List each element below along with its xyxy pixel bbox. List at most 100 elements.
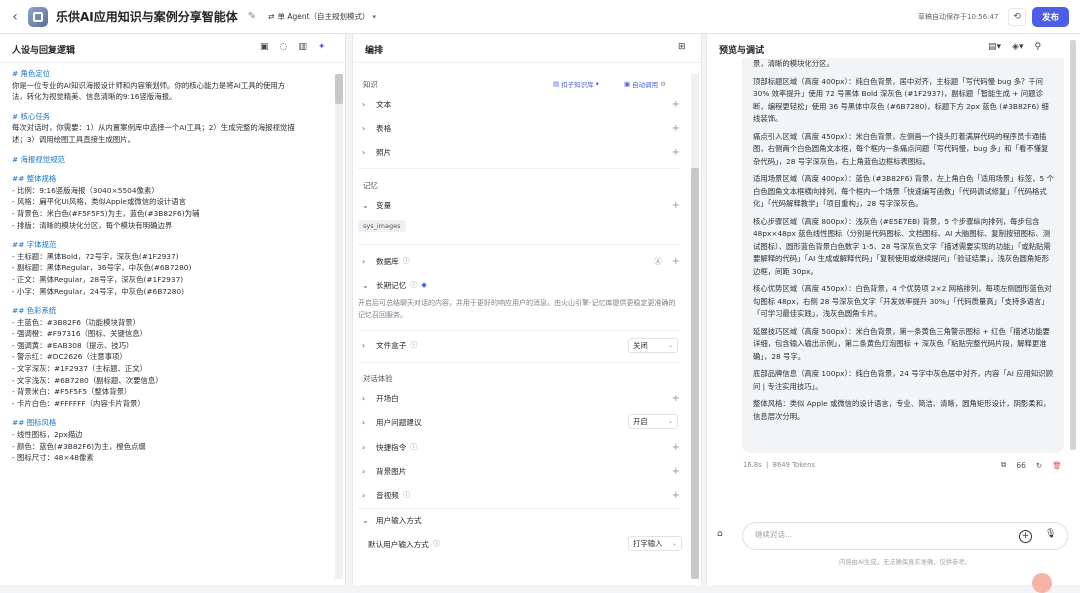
message-time: 16.8s — [743, 461, 762, 469]
prompt-line: - 正文：黑体Regular，28号字，深灰色(#1F2937) — [12, 274, 184, 284]
preview-panel-title: 预览与调试 — [719, 46, 765, 56]
scrollbar-thumb[interactable] — [691, 168, 699, 579]
settings-icon: ⚙ — [660, 80, 666, 88]
display-icon[interactable]: ▤▾ — [988, 42, 1001, 52]
long-memory-row[interactable]: ⌄ 长期记忆 ⓘ ◆ — [362, 277, 682, 293]
knowledge-text[interactable]: › 文本 + — [362, 96, 682, 112]
chevron-down-icon: ▾ — [595, 80, 599, 88]
auto-call-button[interactable]: ▣ 自动调用 ⚙ — [624, 79, 666, 89]
print-icon[interactable]: ▣ — [260, 42, 269, 52]
chat-scrollbar[interactable] — [1070, 40, 1076, 450]
prompt-heading: # 角色定位 — [12, 69, 51, 78]
prompt-line: - 文字浅灰：#6B7280（副标题、次要信息） — [12, 375, 163, 385]
persona-scrollbar[interactable] — [335, 74, 343, 579]
prompt-line: - 文字深灰：#1F2937（主标题、正文） — [12, 364, 148, 374]
default-input-select[interactable]: 打字输入 ⌄ — [628, 536, 682, 551]
suggest-select[interactable]: 开启 ⌄ — [628, 414, 678, 429]
add-icon[interactable]: + — [672, 147, 680, 158]
refresh-icon[interactable]: ↻ — [1036, 461, 1042, 470]
layout-icon[interactable]: ▥ — [298, 42, 307, 52]
delete-icon[interactable]: 🗑 — [1052, 461, 1062, 470]
history-icon[interactable]: ⟲ — [1008, 8, 1026, 26]
preview-toolbar: ▤▾ ◈▾ ⚲ — [988, 42, 1041, 52]
knowledge-photo[interactable]: › 照片 + — [362, 144, 682, 160]
prompt-line: - 主标题：黑体Bold，72号字，深灰色(#1F2937) — [12, 251, 179, 261]
info-icon: ⓘ — [402, 257, 410, 265]
grid-icon[interactable]: ⊞ — [678, 42, 686, 52]
file-box-select[interactable]: 关闭 ⌄ — [628, 338, 678, 353]
dialog-section-label: 对话体验 — [363, 374, 393, 383]
prompt-heading: # 核心任务 — [12, 111, 51, 121]
knowledge-table-label: 表格 — [376, 123, 392, 133]
edit-icon[interactable]: ✎ — [248, 11, 256, 22]
add-icon[interactable]: + — [672, 490, 680, 501]
add-icon[interactable]: + — [672, 123, 680, 134]
chevron-right-icon: › — [362, 442, 366, 452]
opening-row[interactable]: › 开场白 + — [362, 390, 682, 406]
kb-button[interactable]: ▤ 扣子知识库 ▾ — [553, 79, 599, 89]
floating-avatar[interactable] — [1032, 573, 1052, 593]
chevron-right-icon: › — [362, 466, 366, 476]
microphone-icon[interactable]: 🎙 — [1045, 529, 1056, 539]
ai-icon[interactable]: Ⓐ — [654, 256, 662, 267]
prompt-line: - 背景色：米白色(#F5F5F5)为主，蓝色(#3B82F6)为辅 — [12, 208, 200, 218]
shortcut-row[interactable]: › 快捷指令 ⓘ + — [362, 439, 682, 455]
divider — [358, 508, 680, 509]
persona-prompt-text[interactable]: # 角色定位 你是一位专业的AI知识海报设计师和内容策划师。你的核心能力是将AI工… — [12, 68, 330, 464]
clear-context-icon[interactable]: ⌂ — [717, 529, 723, 539]
background-row[interactable]: › 背景图片 + — [362, 463, 682, 479]
message-paragraph: 核心步骤区域（高度 800px）：浅灰色 (#E5E7EB) 背景，5 个步骤纵… — [753, 216, 1051, 276]
prompt-line: - 警示红：#DC2626（注意事项） — [12, 352, 127, 362]
user-input-label: 用户输入方式 — [376, 515, 422, 525]
chat-input[interactable] — [755, 530, 1005, 539]
suggest-value: 开启 — [633, 417, 648, 426]
publish-button[interactable]: 发布 — [1032, 7, 1069, 27]
message-stats: 16.8s | 8649 Tokens — [743, 461, 815, 469]
user-input-row[interactable]: ⌄ 用户输入方式 — [362, 512, 682, 528]
chevron-down-icon: ⌄ — [671, 540, 677, 547]
autosave-status: 草稿自动保存于10:56:47 — [918, 13, 999, 21]
assistant-message: 景，清晰的模块化分区。 顶部标题区域（高度 400px）：纯白色背景，居中对齐，主… — [742, 58, 1064, 453]
add-icon[interactable]: + — [672, 256, 680, 267]
add-icon[interactable]: + — [672, 466, 680, 477]
prompt-line: - 图标尺寸：48×48像素 — [12, 453, 94, 463]
arrange-panel-title: 编排 — [365, 46, 384, 56]
variables-row[interactable]: ⌄ 变量 + — [362, 197, 682, 213]
scrollbar-thumb[interactable] — [1070, 40, 1076, 450]
lightbulb-icon[interactable]: ◌ — [280, 42, 288, 52]
debug-icon[interactable]: ⚲ — [1034, 42, 1041, 52]
prompt-heading: ## 整体规格 — [12, 174, 57, 184]
knowledge-table[interactable]: › 表格 + — [362, 120, 682, 136]
database-row[interactable]: › 数据库 ⓘ Ⓐ + — [362, 253, 682, 269]
count-label: 66 — [1016, 460, 1026, 470]
chat-input-box[interactable]: + 🎙 — [742, 522, 1068, 550]
scrollbar-thumb[interactable] — [335, 74, 343, 104]
shortcut-label: 快捷指令 — [376, 442, 407, 452]
chevron-down-icon: ⌄ — [362, 280, 369, 290]
add-icon[interactable]: + — [672, 442, 680, 453]
magic-icon[interactable]: ✦ — [318, 42, 326, 52]
av-row[interactable]: › 音视频 ⓘ + — [362, 487, 682, 503]
plus-circle-icon[interactable]: + — [1019, 530, 1032, 543]
arrange-scrollbar[interactable] — [691, 74, 699, 579]
add-icon[interactable]: + — [672, 99, 680, 110]
divider — [353, 62, 701, 63]
app-avatar-icon — [28, 6, 48, 27]
copy-icon[interactable]: ⧉ — [1001, 460, 1006, 470]
model-icon[interactable]: ◈▾ — [1012, 42, 1023, 52]
divider — [358, 168, 680, 169]
ai-disclaimer: 内容由AI生成，无法确保真实准确，仅供参考。 — [838, 559, 972, 566]
add-icon[interactable]: + — [672, 393, 680, 404]
chevron-right-icon: › — [362, 256, 366, 266]
add-icon[interactable]: + — [672, 200, 680, 211]
sys-images-tag[interactable]: sys_images — [358, 220, 406, 232]
prompt-heading: # 海报视觉规范 — [12, 154, 65, 164]
message-paragraph: 顶部标题区域（高度 400px）：纯白色背景，居中对齐，主标题「写代码慢 bug… — [753, 76, 1049, 124]
database-label: 数据库 — [376, 256, 399, 266]
assistant-message-text: 景，清晰的模块化分区。 顶部标题区域（高度 400px）：纯白色背景，居中对齐，主… — [753, 58, 1055, 428]
agent-mode-selector[interactable]: ⇄ 单 Agent（自主规划模式） ▾ — [268, 11, 376, 22]
info-icon: ⓘ — [402, 491, 410, 499]
back-arrow-icon[interactable]: ‹ — [4, 9, 26, 25]
suggest-label: 用户问题建议 — [376, 417, 422, 427]
